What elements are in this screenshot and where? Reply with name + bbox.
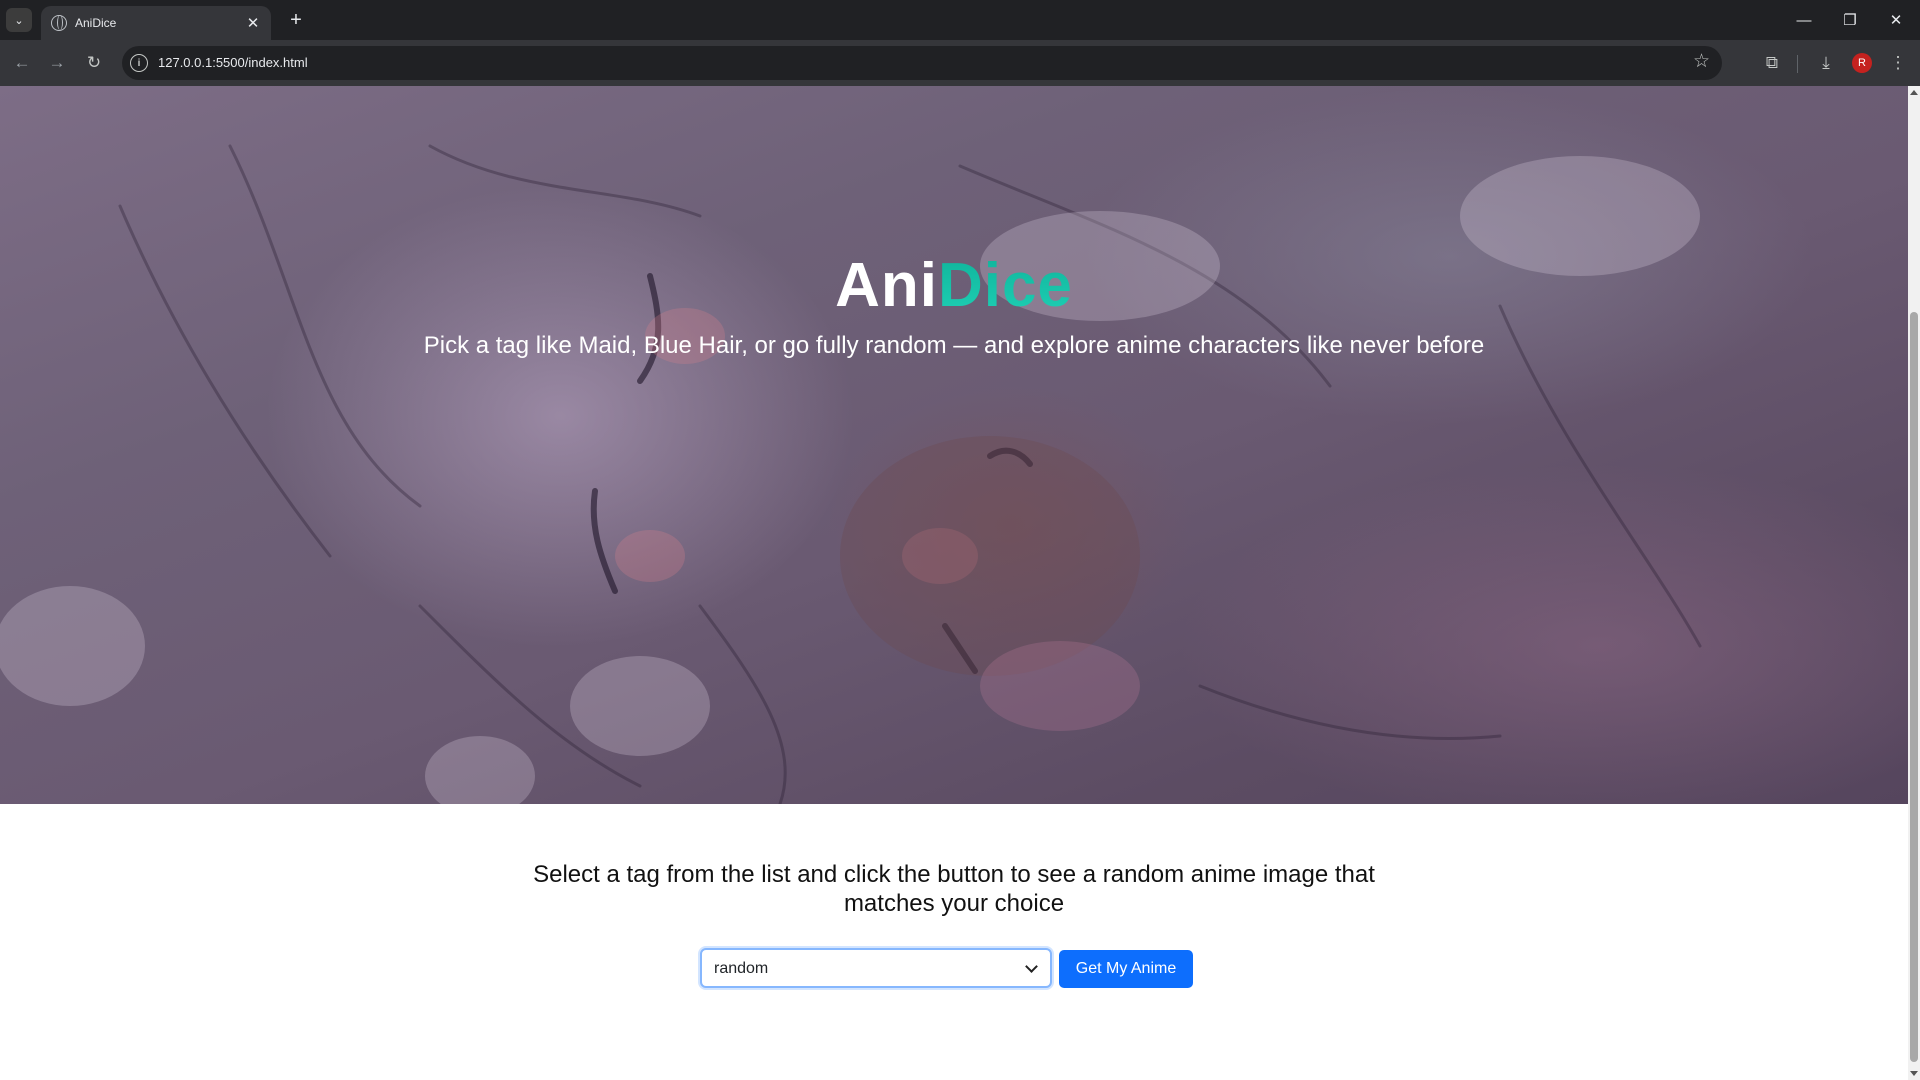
back-arrow-icon[interactable]: ←: [8, 49, 36, 77]
content-section: Select a tag from the list and click the…: [0, 804, 1908, 1080]
tag-select-value: random: [714, 960, 769, 977]
info-icon[interactable]: i: [130, 54, 148, 72]
extensions-icon[interactable]: ⧉: [1758, 49, 1786, 77]
kebab-menu-icon[interactable]: ⋮: [1884, 49, 1912, 77]
page-scrollbar[interactable]: [1908, 86, 1920, 1080]
address-bar[interactable]: i 127.0.0.1:5500/index.html ☆: [122, 46, 1722, 80]
download-icon[interactable]: ⤓: [1812, 49, 1840, 77]
tab-list-icon[interactable]: ⌄: [6, 8, 32, 32]
url-text[interactable]: 127.0.0.1:5500/index.html: [158, 55, 308, 70]
get-my-anime-button[interactable]: Get My Anime: [1059, 950, 1193, 988]
hero-subtitle: Pick a tag like Maid, Blue Hair, or go f…: [423, 332, 1485, 359]
plus-icon[interactable]: +: [283, 8, 309, 32]
title-dice-accent: Dice: [937, 251, 1073, 320]
tag-select[interactable]: random: [700, 948, 1052, 988]
scroll-down-icon[interactable]: [1910, 1071, 1918, 1076]
tab-strip: ⌄ AniDice ✕ + — ❐ ✕: [0, 0, 1920, 40]
reload-icon[interactable]: ↻: [80, 49, 108, 77]
globe-icon: [51, 15, 67, 31]
instruction-text: Select a tag from the list and click the…: [533, 861, 1375, 917]
hero-background-illustration: [0, 144, 1702, 804]
browser-tab[interactable]: AniDice ✕: [41, 6, 271, 40]
restore-icon[interactable]: ❐: [1830, 6, 1870, 34]
page-viewport: AniDice Pick a tag like Maid, Blue Hair,…: [0, 86, 1908, 1080]
tab-title: AniDice: [75, 16, 117, 30]
minimize-icon[interactable]: —: [1784, 6, 1824, 34]
scroll-up-icon[interactable]: [1910, 90, 1918, 95]
title-ani: Ani: [835, 251, 938, 320]
toolbar-divider: [1797, 55, 1798, 73]
browser-toolbar: ← → ↻ i 127.0.0.1:5500/index.html ☆ ⧉ ⤓ …: [0, 40, 1920, 86]
window-close-icon[interactable]: ✕: [1876, 6, 1916, 34]
page-title: AniDice: [0, 250, 1908, 321]
close-icon[interactable]: ✕: [243, 13, 263, 33]
forward-arrow-icon[interactable]: →: [43, 49, 71, 77]
avatar[interactable]: R: [1852, 53, 1872, 73]
scrollbar-thumb[interactable]: [1910, 312, 1918, 1062]
star-icon[interactable]: ☆: [1693, 50, 1710, 73]
chevron-down-icon: [1025, 960, 1038, 973]
hero-section: AniDice Pick a tag like Maid, Blue Hair,…: [0, 86, 1908, 804]
